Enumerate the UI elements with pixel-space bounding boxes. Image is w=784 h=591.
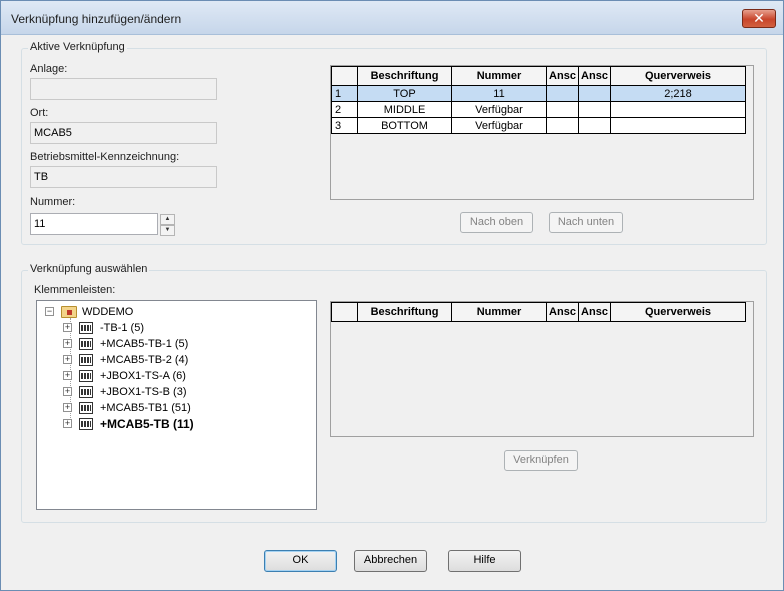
expand-icon[interactable]: + [63, 403, 72, 412]
collapse-icon[interactable]: − [45, 307, 54, 316]
table-header-row: Beschriftung Nummer Ansc Ansc Querverwei… [331, 66, 746, 86]
expand-icon[interactable]: + [63, 323, 72, 332]
tree-node-label: +JBOX1-TS-A (6) [100, 370, 186, 382]
col-header-index[interactable] [331, 302, 358, 322]
col-header-ansc-2[interactable]: Ansc [578, 66, 611, 86]
expand-icon[interactable]: + [63, 419, 72, 428]
move-down-button[interactable]: Nach unten [549, 212, 623, 233]
tree-node-label: +MCAB5-TB-1 (5) [100, 338, 189, 350]
tree-node-label: +MCAB5-TB-2 (4) [100, 354, 189, 366]
tree-node-label: +MCAB5-TB (11) [100, 417, 194, 431]
col-header-ansc-1[interactable]: Ansc [546, 66, 579, 86]
terminal-strip-icon [79, 354, 93, 366]
terminal-strip-icon [79, 370, 93, 382]
row-index: 1 [331, 85, 358, 102]
bmk-field: TB [30, 166, 217, 188]
active-link-grid[interactable]: Beschriftung Nummer Ansc Ansc Querverwei… [330, 65, 754, 200]
terminal-strip-icon [79, 418, 93, 430]
move-up-button[interactable]: Nach oben [460, 212, 533, 233]
spin-up-button[interactable]: ▲ [160, 214, 175, 225]
cell-ansc-1[interactable] [546, 117, 579, 134]
cell-beschriftung[interactable]: TOP [357, 85, 452, 102]
cell-beschriftung[interactable]: BOTTOM [357, 117, 452, 134]
col-header-nummer[interactable]: Nummer [451, 66, 547, 86]
tree-node-label: WDDEMO [82, 306, 134, 318]
tree-node-label: -TB-1 (5) [100, 322, 144, 334]
col-header-nummer[interactable]: Nummer [451, 302, 547, 322]
cell-querverweis[interactable]: 2;218 [610, 85, 746, 102]
cell-nummer[interactable]: 11 [451, 85, 547, 102]
select-link-legend: Verknüpfung auswählen [28, 263, 150, 275]
spin-down-button[interactable]: ▼ [160, 225, 175, 236]
cell-nummer[interactable]: Verfügbar [451, 101, 547, 118]
expand-icon[interactable]: + [63, 387, 72, 396]
close-button[interactable]: ✕ [742, 9, 776, 28]
terminal-strip-icon [79, 322, 93, 334]
table-row[interactable]: 3 BOTTOM Verfügbar [331, 117, 746, 134]
select-link-grid[interactable]: Beschriftung Nummer Ansc Ansc Querverwei… [330, 301, 754, 437]
cell-ansc-1[interactable] [546, 101, 579, 118]
title-bar: Verknüpfung hinzufügen/ändern ✕ [1, 1, 783, 35]
ort-field: MCAB5 [30, 122, 217, 144]
expand-icon[interactable]: + [63, 355, 72, 364]
cell-beschriftung[interactable]: MIDDLE [357, 101, 452, 118]
active-link-table: Beschriftung Nummer Ansc Ansc Querverwei… [331, 66, 746, 134]
ort-label: Ort: [30, 107, 49, 119]
col-header-ansc-2[interactable]: Ansc [578, 302, 611, 322]
cell-nummer[interactable]: Verfügbar [451, 117, 547, 134]
link-button[interactable]: Verknüpfen [504, 450, 578, 471]
nummer-label: Nummer: [30, 196, 76, 208]
row-index: 2 [331, 101, 358, 118]
col-header-ansc-1[interactable]: Ansc [546, 302, 579, 322]
terminal-strip-icon [79, 386, 93, 398]
col-header-beschriftung[interactable]: Beschriftung [357, 66, 452, 86]
terminal-strip-icon [79, 338, 93, 350]
active-link-legend: Aktive Verknüpfung [28, 41, 127, 53]
table-header-row: Beschriftung Nummer Ansc Ansc Querverwei… [331, 302, 746, 322]
cancel-button[interactable]: Abbrechen [354, 550, 427, 572]
expand-icon[interactable]: + [63, 339, 72, 348]
table-row[interactable]: 2 MIDDLE Verfügbar [331, 101, 746, 118]
cell-ansc-2[interactable] [578, 101, 611, 118]
cell-ansc-1[interactable] [546, 85, 579, 102]
nummer-input[interactable] [30, 213, 158, 235]
table-row[interactable]: 1 TOP 11 2;218 [331, 85, 746, 102]
folder-icon [61, 306, 77, 318]
select-link-table: Beschriftung Nummer Ansc Ansc Querverwei… [331, 302, 746, 322]
dialog-window: Verknüpfung hinzufügen/ändern ✕ Aktive V… [0, 0, 784, 591]
klemmenleisten-label: Klemmenleisten: [34, 284, 116, 296]
window-title: Verknüpfung hinzufügen/ändern [11, 12, 182, 26]
terminal-strip-tree[interactable]: − WDDEMO + -TB-1 (5) + +MCAB5-TB-1 (5) +… [36, 300, 317, 510]
col-header-beschriftung[interactable]: Beschriftung [357, 302, 452, 322]
cell-querverweis[interactable] [610, 117, 746, 134]
expand-icon[interactable]: + [63, 371, 72, 380]
bmk-label: Betriebsmittel-Kennzeichnung: [30, 151, 180, 163]
cell-querverweis[interactable] [610, 101, 746, 118]
col-header-querverweis[interactable]: Querverweis [610, 66, 746, 86]
help-button[interactable]: Hilfe [448, 550, 521, 572]
anlage-label: Anlage: [30, 63, 68, 75]
row-index: 3 [331, 117, 358, 134]
col-header-index[interactable] [331, 66, 358, 86]
tree-node-label: +JBOX1-TS-B (3) [100, 386, 187, 398]
cell-ansc-2[interactable] [578, 85, 611, 102]
terminal-strip-icon [79, 402, 93, 414]
ok-button[interactable]: OK [264, 550, 337, 572]
cell-ansc-2[interactable] [578, 117, 611, 134]
anlage-field [30, 78, 217, 100]
tree-node-label: +MCAB5-TB1 (51) [100, 402, 191, 414]
col-header-querverweis[interactable]: Querverweis [610, 302, 746, 322]
